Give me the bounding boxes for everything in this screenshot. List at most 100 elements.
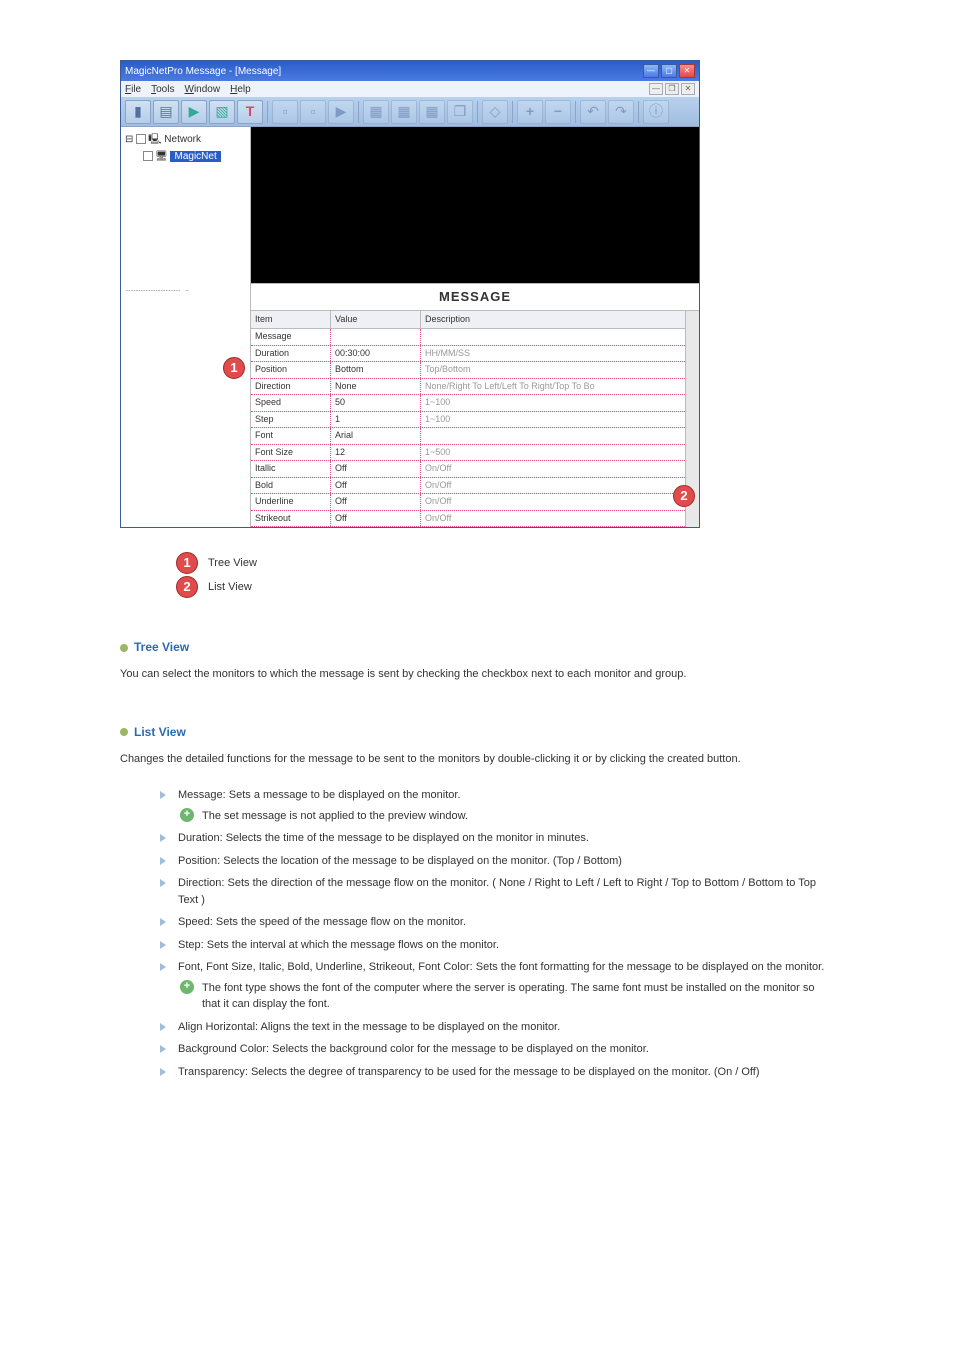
close-button[interactable]: ✕ — [679, 64, 695, 78]
grid-value[interactable]: 00:30:00 — [331, 346, 421, 362]
grid-value[interactable]: 12 — [331, 445, 421, 461]
diamond-icon[interactable]: ◇ — [482, 100, 508, 124]
grid-value[interactable] — [331, 329, 421, 345]
grid-row[interactable]: StrikeoutOffOn/Off — [251, 511, 699, 528]
play-icon[interactable]: ▶ — [181, 100, 207, 124]
col-desc: Description — [421, 311, 699, 329]
grid-value[interactable]: Off — [331, 461, 421, 477]
grid-value[interactable]: Off — [331, 494, 421, 510]
list-subitem: The font type shows the font of the comp… — [178, 980, 834, 1013]
menu-window[interactable]: Window — [184, 82, 220, 97]
add-page-icon[interactable]: ▫ — [272, 100, 298, 124]
grid-value[interactable]: 50 — [331, 395, 421, 411]
screen2-icon[interactable]: ▤ — [153, 100, 179, 124]
mdi-close[interactable]: ✕ — [681, 83, 695, 95]
grid-row[interactable]: DirectionNoneNone/Right To Left/Left To … — [251, 379, 699, 396]
menu-file[interactable]: File — [125, 82, 141, 97]
grid-item: Duration — [251, 346, 331, 362]
tree-dots: ································· ·· — [125, 285, 246, 297]
property-grid: Item Value Description MessageDuration00… — [251, 310, 699, 528]
list-item: Direction: Sets the direction of the mes… — [160, 875, 834, 908]
grid-row[interactable]: FontArial — [251, 428, 699, 445]
tree-child[interactable]: 🖥 MagicNet — [125, 148, 246, 165]
app-body: ⊟ 🖳 Network 🖥 MagicNet ·················… — [121, 127, 699, 527]
monitor-icon[interactable]: ▮ — [125, 100, 151, 124]
play2-icon[interactable]: ▶ — [328, 100, 354, 124]
zoom-in-icon[interactable]: + — [517, 100, 543, 124]
toolbar-sep — [477, 101, 478, 123]
grid-item: Font Size — [251, 445, 331, 461]
list-subitem: The set message is not applied to the pr… — [178, 808, 834, 825]
grid-item: Strikeout — [251, 511, 331, 527]
grid-value[interactable]: Arial — [331, 428, 421, 444]
zoom-out-icon[interactable]: − — [545, 100, 571, 124]
grid-desc: On/Off — [421, 494, 699, 510]
callout-2: 2 — [673, 485, 695, 507]
col-item: Item — [251, 311, 331, 329]
titlebar: MagicNetPro Message - [Message] — ▢ ✕ — [121, 61, 699, 81]
grid-item: Font — [251, 428, 331, 444]
section-list-body: Changes the detailed functions for the m… — [120, 751, 834, 768]
tree-root[interactable]: ⊟ 🖳 Network — [125, 131, 246, 148]
list-item: Duration: Selects the time of the messag… — [160, 830, 834, 847]
grid-item: Bold — [251, 478, 331, 494]
grid-value[interactable]: 1 — [331, 412, 421, 428]
maximize-button[interactable]: ▢ — [661, 64, 677, 78]
grid-desc: Top/Bottom — [421, 362, 699, 378]
list-item: Font, Font Size, Italic, Bold, Underline… — [160, 959, 834, 1013]
app-window: MagicNetPro Message - [Message] — ▢ ✕ Fi… — [120, 60, 700, 528]
grid-value[interactable]: Off — [331, 511, 421, 527]
grid-value[interactable]: Bottom — [331, 362, 421, 378]
section-tree-body: You can select the monitors to which the… — [120, 666, 834, 683]
legend: 1 Tree View 2List View — [176, 552, 834, 598]
minimize-button[interactable]: — — [643, 64, 659, 78]
toolbar-sep — [267, 101, 268, 123]
list-item: Step: Sets the interval at which the mes… — [160, 937, 834, 954]
legend-row: 2List View — [176, 576, 834, 598]
grid-row[interactable]: Font Size121~500 — [251, 445, 699, 462]
grid-item: Underline — [251, 494, 331, 510]
preview-area — [251, 127, 699, 283]
mdi-restore[interactable]: ❐ — [665, 83, 679, 95]
menu-tools[interactable]: Tools — [151, 82, 174, 97]
copy-icon[interactable]: ❐ — [447, 100, 473, 124]
window-buttons: — ▢ ✕ — [643, 64, 695, 78]
tree-pane: ⊟ 🖳 Network 🖥 MagicNet ·················… — [121, 127, 251, 527]
grid-row[interactable]: Duration00:30:00HH/MM/SS — [251, 346, 699, 363]
grid-desc: On/Off — [421, 511, 699, 527]
grid-desc: On/Off — [421, 478, 699, 494]
schedule-icon[interactable]: ▧ — [209, 100, 235, 124]
grid-header: Item Value Description — [251, 311, 699, 330]
legend-label: Tree View — [208, 555, 257, 572]
titlebar-text: MagicNetPro Message - [Message] — [125, 64, 643, 79]
group-icon[interactable]: ▦ — [391, 100, 417, 124]
mdi-minimize[interactable]: — — [649, 83, 663, 95]
undo-icon[interactable]: ↶ — [580, 100, 606, 124]
legend-num: 1 — [176, 552, 198, 574]
ungroup-icon[interactable]: ▦ — [419, 100, 445, 124]
grid-desc: HH/MM/SS — [421, 346, 699, 362]
menu-help[interactable]: Help — [230, 82, 251, 97]
toolbar-sep — [358, 101, 359, 123]
grid-row[interactable]: UnderlineOffOn/Off — [251, 494, 699, 511]
legend-label: List View — [208, 579, 252, 596]
grid-row[interactable]: Speed501~100 — [251, 395, 699, 412]
grid-item: Step — [251, 412, 331, 428]
grid-desc — [421, 329, 699, 345]
grid-row[interactable]: PositionBottomTop/Bottom — [251, 362, 699, 379]
grid-row[interactable]: Message — [251, 329, 699, 346]
layer-icon[interactable]: ▦ — [363, 100, 389, 124]
grid-row[interactable]: ItallicOffOn/Off — [251, 461, 699, 478]
redo-icon[interactable]: ↷ — [608, 100, 634, 124]
toolbar: ▮ ▤ ▶ ▧ T ▫ ▫ ▶ ▦ ▦ ▦ ❐ ◇ + − ↶ ↷ ⓘ — [121, 97, 699, 127]
text-icon[interactable]: T — [237, 100, 263, 124]
grid-row[interactable]: Step11~100 — [251, 412, 699, 429]
toolbar-sep — [512, 101, 513, 123]
toolbar-sep — [638, 101, 639, 123]
info-icon[interactable]: ⓘ — [643, 100, 669, 124]
grid-value[interactable]: Off — [331, 478, 421, 494]
grid-row[interactable]: BoldOffOn/Off — [251, 478, 699, 495]
del-page-icon[interactable]: ▫ — [300, 100, 326, 124]
grid-value[interactable]: None — [331, 379, 421, 395]
section-tree-head: Tree View — [120, 638, 834, 656]
